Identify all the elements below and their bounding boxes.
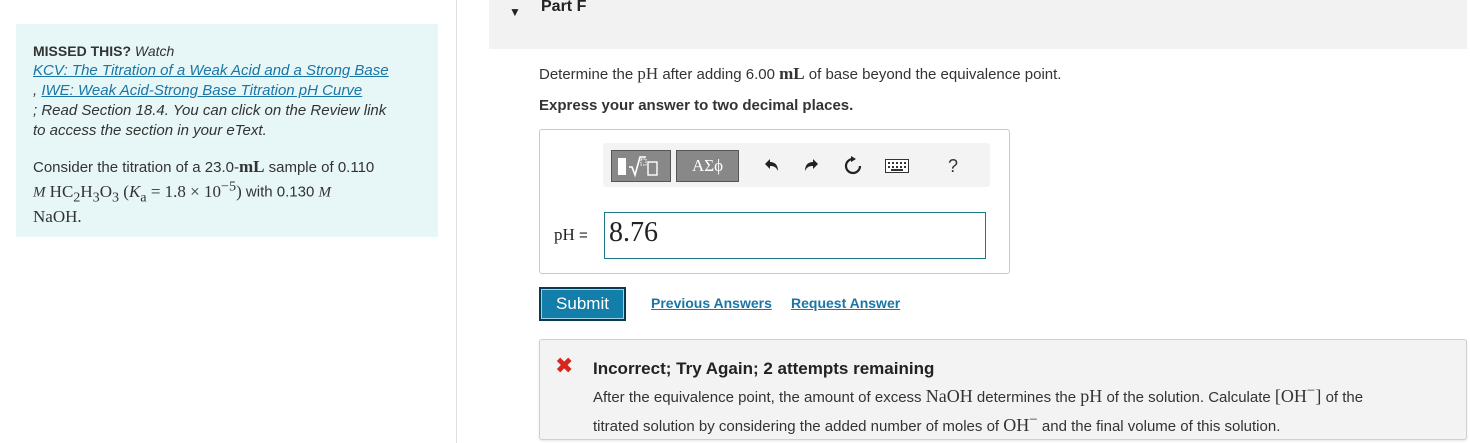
- question-prefix: Determine the: [539, 66, 634, 83]
- acid-hc: HC: [49, 181, 74, 201]
- fb-line1-c: of the solution. Calculate: [1106, 389, 1271, 406]
- templates-icon: [618, 156, 658, 178]
- answer-label: pH =: [554, 225, 588, 245]
- acid-formula: HC2H3O3: [49, 181, 120, 206]
- fb-oh: OH−: [1003, 412, 1038, 435]
- fb-line2-b: and the final volume of this solution.: [1041, 418, 1281, 435]
- panel-divider: [456, 0, 457, 443]
- request-answer-link[interactable]: Request Answer: [791, 295, 900, 311]
- missed-label: MISSED THIS?: [33, 43, 132, 59]
- fb-oh-bracket: [OH: [1274, 386, 1307, 406]
- ml-unit: mL: [238, 157, 265, 176]
- iwe-video-link[interactable]: IWE: Weak Acid-Strong Base Titration pH …: [41, 82, 362, 99]
- comma-sep: ,: [33, 82, 38, 99]
- molarity-unit-2: M: [318, 184, 331, 201]
- semicolon-sep: ;: [33, 102, 38, 119]
- instruction-text: Express your answer to two decimal place…: [539, 97, 854, 114]
- ka-exponent: −5: [221, 178, 237, 194]
- question-ph: pH: [637, 64, 659, 83]
- keyboard-icon[interactable]: [884, 153, 910, 179]
- question-suffix: of base beyond the equivalence point.: [808, 66, 1062, 83]
- fb-line1-d: of the: [1325, 389, 1364, 406]
- fb-oh-close: ]: [1315, 386, 1322, 406]
- fb-line2-a: titrated solution by considering the add…: [593, 418, 1000, 435]
- incorrect-x-icon: ✖: [555, 353, 574, 378]
- question-text: Determine the pH after adding 6.00 mL of…: [539, 64, 1061, 84]
- math-toolbar: ΑΣϕ ?: [603, 143, 990, 187]
- collapse-caret-icon[interactable]: ▼: [509, 5, 521, 19]
- answer-input[interactable]: 8.76: [604, 212, 986, 259]
- missed-this-line: MISSED THIS? Watch: [33, 42, 422, 61]
- fb-oh-minus-2: −: [1029, 412, 1038, 428]
- ka-value: 1.8 × 10: [164, 181, 222, 201]
- question-unit: mL: [779, 64, 805, 83]
- fb-oh-text: OH: [1003, 415, 1030, 435]
- symbols-button[interactable]: ΑΣϕ: [676, 150, 739, 182]
- watch-label: Watch: [134, 43, 175, 59]
- fb-naoh: NaOH: [925, 386, 973, 406]
- redo-icon[interactable]: [799, 153, 825, 179]
- feedback-title: Incorrect; Try Again; 2 attempts remaini…: [593, 359, 935, 378]
- ka-subscript: a: [140, 189, 147, 206]
- hint-panel: MISSED THIS? Watch KCV: The Titration of…: [16, 24, 438, 237]
- fb-line1-b: determines the: [976, 389, 1077, 406]
- fb-oh-conc: [OH−]: [1274, 383, 1322, 406]
- help-icon[interactable]: ?: [940, 153, 966, 179]
- problem-statement: Consider the titration of a 23.0-mL samp…: [33, 157, 422, 227]
- answer-label-ph: pH: [554, 225, 575, 244]
- question-middle: after adding 6.00: [662, 66, 775, 83]
- molarity-unit-1: M: [33, 184, 46, 201]
- feedback-panel: ✖ Incorrect; Try Again; 2 attempts remai…: [539, 339, 1467, 440]
- part-header[interactable]: ▼ Part F: [489, 0, 1467, 49]
- read-section-text-2: to access the section in your eText.: [33, 122, 267, 139]
- templates-button[interactable]: [611, 150, 671, 182]
- feedback-body: After the equivalence point, the amount …: [593, 380, 1453, 438]
- reset-icon[interactable]: [840, 153, 866, 179]
- submit-button[interactable]: Submit: [539, 287, 626, 321]
- answer-label-equals: =: [574, 227, 588, 244]
- ka-label: K: [128, 181, 141, 201]
- previous-answers-link[interactable]: Previous Answers: [651, 295, 772, 311]
- undo-icon[interactable]: [758, 153, 784, 179]
- consider-prefix: Consider the titration of a 23.0-: [33, 159, 239, 176]
- answer-box: ΑΣϕ ? pH = 8.76: [539, 129, 1010, 274]
- fb-ph: pH: [1080, 386, 1103, 406]
- ka-expression: (Ka = 1.8 × 10−5): [123, 178, 242, 206]
- sample-of-text: sample of 0.110: [268, 159, 375, 176]
- part-title: Part F: [541, 0, 587, 15]
- base-formula: NaOH.: [33, 207, 82, 227]
- read-section-text: Read Section 18.4. You can click on the …: [41, 102, 387, 119]
- fb-line1-a: After the equivalence point, the amount …: [593, 389, 922, 406]
- kcv-video-link[interactable]: KCV: The Titration of a Weak Acid and a …: [33, 62, 389, 79]
- with-text: with 0.130: [245, 183, 315, 201]
